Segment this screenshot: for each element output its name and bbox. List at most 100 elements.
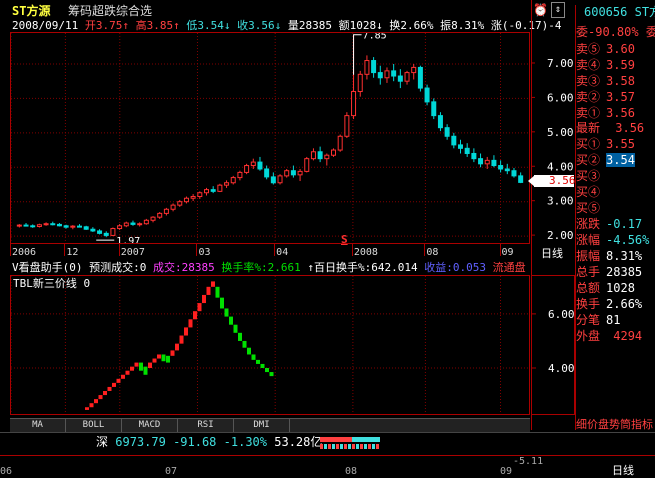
- candle-body: [224, 182, 230, 186]
- stat-row-label: 换手: [576, 297, 601, 311]
- indicator-tab-ma[interactable]: MA: [10, 419, 66, 432]
- quote-amount: 额1028: [338, 19, 377, 32]
- quote-amplitude: 振8.31%: [440, 19, 485, 32]
- sub-axis-labels: 6.00 4.00: [532, 308, 575, 375]
- sub-flow-label: 流通盘: [492, 261, 526, 274]
- sub-line-name: TBL新三价线 0: [13, 277, 91, 290]
- buy-level-row-value: 3.55: [606, 137, 635, 151]
- bottom-period-label[interactable]: 日线: [612, 465, 634, 477]
- sell-level-row-value: 3.56: [606, 106, 635, 120]
- price-axis-tick-label: 2.00: [547, 229, 574, 242]
- candle-body: [511, 170, 517, 177]
- candle-body: [424, 87, 430, 103]
- low-label: 1.97: [116, 236, 140, 243]
- stat-row-label: 涨幅: [576, 233, 601, 247]
- period-label[interactable]: 日线: [541, 248, 563, 260]
- three-price-brick: [85, 407, 89, 410]
- buy-level-row-value: 3.54: [606, 153, 635, 167]
- sub-title-a[interactable]: V看盘助手(0): [12, 261, 83, 274]
- quote-date: 2008/09/11: [12, 19, 79, 32]
- three-price-brick: [269, 372, 274, 377]
- candle-body: [304, 158, 310, 172]
- three-price-brick: [220, 297, 224, 309]
- candle-body: [491, 159, 497, 167]
- candle-body: [130, 222, 136, 225]
- bottom-axis: [0, 455, 655, 478]
- candle-body: [170, 204, 176, 210]
- date-tick-label: 08: [426, 247, 439, 258]
- up-arrow-icon: ↑: [173, 19, 180, 32]
- detail-tabs-label[interactable]: 细价盘势筒指标: [576, 418, 653, 431]
- price-axis-labels: 7.00 6.00 5.00 4.00 3.00 2.00: [531, 57, 574, 242]
- stat-row-value: -0.17: [606, 217, 643, 231]
- stat-row-label: 涨跌: [576, 217, 601, 231]
- candle-body: [36, 224, 42, 227]
- buy-level-row: 买④: [576, 185, 655, 200]
- sub-axis-tick-label: 4.00: [548, 362, 575, 375]
- wei-cha-label: 委差: [645, 25, 655, 39]
- candle-body: [444, 127, 450, 137]
- three-price-brick: [206, 286, 211, 295]
- quote-open: 开3.75: [84, 19, 123, 32]
- sub-axis: 6.00 4.00: [531, 275, 575, 415]
- three-price-brick: [247, 347, 251, 355]
- up-arrow-icon: ↓: [376, 19, 383, 32]
- sell-level-row-label: 卖⑤: [576, 42, 601, 56]
- date-tick: [196, 244, 198, 256]
- sell-level-row-value: 3.58: [606, 74, 635, 88]
- three-price-brick: [184, 327, 188, 336]
- candle-body: [56, 223, 62, 227]
- date-tick-label: 04: [276, 247, 289, 258]
- candle-body: [337, 135, 343, 151]
- candle-body: [504, 168, 510, 172]
- stat-row: 涨跌 -0.17: [576, 217, 655, 232]
- candle-body: [391, 70, 397, 77]
- three-price-brick: [265, 368, 269, 373]
- three-price-brick: [112, 382, 116, 387]
- wei-bi-row: 委-90.80% 委差: [576, 25, 655, 40]
- latest-price: 3.56: [615, 121, 645, 135]
- indicator-tab-rsi[interactable]: RSI: [178, 419, 234, 432]
- sell-level-row-label: 卖③: [576, 74, 601, 88]
- down-arrow-icon: ↓: [274, 19, 282, 32]
- candle-body: [464, 147, 470, 154]
- sell-level-row: 卖② 3.57: [576, 90, 655, 105]
- candle-body: [143, 219, 149, 225]
- indicator-tab-macd[interactable]: MACD: [122, 419, 178, 432]
- sub-axis-tick-label: 6.00: [548, 308, 575, 321]
- high-pointer: [353, 34, 362, 75]
- quote-line: 2008/09/11 开3.75↑ 高3.85↑ 低3.54↓ 收3.56↓ 量…: [12, 20, 561, 32]
- candle-body: [431, 101, 437, 117]
- three-price-brick: [130, 366, 134, 371]
- date-tick: [118, 244, 120, 256]
- candle-body: [117, 225, 123, 230]
- candle-body: [230, 177, 236, 184]
- sub-profit-label: 收益:0.053: [424, 261, 486, 274]
- high-label: 7.85: [363, 33, 387, 42]
- candle-body: [103, 232, 109, 236]
- buy-level-row: 买① 3.55: [576, 137, 655, 152]
- sub-chart-panel[interactable]: TBL新三价线 0: [10, 275, 530, 415]
- candle-body: [244, 165, 250, 173]
- three-price-brick: [103, 391, 107, 396]
- detail-tabs[interactable]: 细价盘势筒指标: [576, 417, 655, 432]
- candle-body: [43, 223, 49, 226]
- buy-level-row: 买⑤: [576, 201, 655, 216]
- indicator-tab-dmi[interactable]: DMI: [234, 419, 290, 432]
- candle-body: [437, 115, 443, 129]
- candle-body: [324, 154, 330, 160]
- three-price-brick: [139, 362, 143, 371]
- stat-row-value: 28385: [606, 265, 643, 279]
- price-axis-tick-label: 7.00: [547, 57, 574, 70]
- three-price-brick: [94, 399, 98, 404]
- candle-body: [411, 66, 417, 74]
- indicator-name[interactable]: 筹码超跌综合选: [68, 5, 152, 17]
- main-chart-panel[interactable]: 7.85 1.97: [10, 32, 530, 244]
- date-tick-label: 2006: [12, 247, 37, 258]
- three-price-brick: [170, 350, 175, 356]
- candle-body: [317, 151, 323, 160]
- three-price-line-chart[interactable]: [11, 276, 529, 414]
- indicator-tab-boll[interactable]: BOLL: [66, 419, 122, 432]
- stock-code: 600656: [584, 5, 628, 19]
- candlestick-chart[interactable]: 7.85 1.97: [11, 33, 529, 243]
